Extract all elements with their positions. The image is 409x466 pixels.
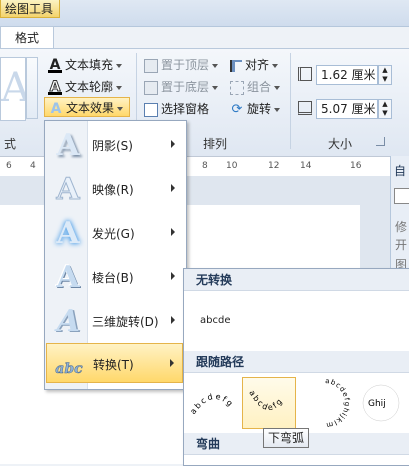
follow-path-header: 跟随路径 (184, 351, 409, 373)
arch-down-tooltip: 下弯弧 (263, 428, 309, 448)
wordart-style-preview[interactable]: A (0, 57, 26, 121)
chevron-down-icon (274, 107, 281, 112)
bring-front-icon (144, 58, 158, 73)
arch-down-preview: abcdefg (247, 389, 285, 413)
chevron-down-icon (274, 85, 281, 90)
menu-item-transform[interactable]: abc 转换(T) (46, 343, 183, 383)
size-dialog-launcher-icon[interactable] (376, 137, 385, 146)
bring-to-front-button[interactable]: 置于顶层 (144, 55, 219, 75)
width-spinner[interactable]: ▲ ▼ (378, 99, 392, 119)
group-icon (230, 80, 244, 95)
rotate-button[interactable]: ⟳ 旋转 (230, 99, 281, 119)
transform-abc-icon: abc (55, 361, 83, 378)
drawing-tools-context-tab[interactable]: 绘图工具 (0, 0, 60, 18)
chevron-down-icon (272, 63, 279, 68)
arch-down-option[interactable]: abcdefg (242, 377, 296, 429)
no-transform-option[interactable]: abcde (196, 299, 252, 347)
chevron-right-icon (171, 316, 175, 324)
circle-preview: abcdefghijklm (325, 377, 351, 429)
wordart-styles-label: 式 (3, 137, 16, 151)
shape-height-input[interactable]: 1.62 厘米 (316, 65, 378, 85)
chevron-right-icon (171, 228, 175, 236)
button-option[interactable]: Ghij (354, 377, 408, 429)
gallery-scroll[interactable] (26, 57, 38, 119)
size-group-label: 大小 (327, 137, 352, 151)
selection-pane-button[interactable]: 选择窗格 (144, 99, 209, 119)
reflection-a-icon: A (56, 172, 80, 207)
glow-a-icon: A (56, 216, 80, 251)
rotate-icon: ⟳ (231, 101, 243, 117)
button-preview: Ghij (362, 384, 400, 422)
menu-item-reflection[interactable]: A 映像(R) (46, 169, 183, 209)
menu-item-3d-rotation[interactable]: A 三维旋转(D) (46, 301, 183, 341)
shadow-a-icon: A (56, 128, 80, 163)
ribbon-title-bar (0, 0, 409, 27)
text-outline-icon: A (48, 79, 62, 95)
task-pane-title: 自 (394, 164, 407, 178)
svg-text:abcdefghijklm: abcdefghijklm (325, 377, 351, 429)
group-separator (290, 53, 291, 149)
chevron-right-icon (171, 272, 175, 280)
no-transform-header: 无转换 (184, 269, 409, 291)
arrange-group-label: 排列 (202, 137, 227, 151)
shape-width-input[interactable]: 5.07 厘米 (316, 99, 378, 119)
text-effects-button[interactable]: A 文本效果 (44, 97, 130, 117)
group-button[interactable]: 组合 (230, 77, 281, 97)
text-fill-button[interactable]: A 文本填充 (48, 55, 123, 75)
text-effects-icon: A (50, 100, 62, 117)
send-back-icon (144, 80, 158, 95)
arch-up-option[interactable]: abcdefg (188, 377, 242, 429)
arch-up-preview: abcdefg (188, 392, 235, 416)
bevel-a-icon: A (56, 260, 80, 295)
chevron-down-icon (117, 106, 124, 111)
circle-option[interactable]: abcdefghijklm (298, 377, 352, 429)
selection-pane-icon (144, 102, 158, 117)
tab-format[interactable]: 格式 (0, 26, 54, 48)
text-fill-icon: A (48, 57, 62, 73)
chevron-down-icon (212, 85, 219, 90)
chevron-right-icon (171, 184, 175, 192)
menu-item-shadow[interactable]: A 阴影(S) (46, 125, 183, 165)
svg-text:abcdefg: abcdefg (247, 389, 285, 413)
task-pane-icon[interactable] (394, 188, 409, 204)
chevron-right-icon (171, 140, 175, 148)
chevron-down-icon (212, 63, 219, 68)
svg-text:abcdefg: abcdefg (188, 392, 235, 416)
chevron-down-icon (116, 63, 123, 68)
height-spinner[interactable]: ▲ ▼ (378, 65, 392, 85)
menu-item-bevel[interactable]: A 棱台(B) (46, 257, 183, 297)
align-icon (230, 59, 242, 72)
chevron-right-icon (170, 359, 174, 367)
shape-width-icon (298, 101, 312, 115)
text-effects-menu: A 阴影(S) A 映像(R) A 发光(G) A 棱台(B) A 三维旋转(D… (44, 120, 187, 390)
3d-rotation-a-icon: A (52, 304, 84, 339)
menu-item-glow[interactable]: A 发光(G) (46, 213, 183, 253)
svg-text:Ghij: Ghij (368, 399, 386, 409)
shape-height-icon (298, 67, 312, 81)
text-outline-button[interactable]: A 文本轮廓 (48, 77, 123, 97)
chevron-down-icon (116, 85, 123, 90)
send-to-back-button[interactable]: 置于底层 (144, 77, 219, 97)
align-button[interactable]: 对齐 (230, 55, 279, 75)
